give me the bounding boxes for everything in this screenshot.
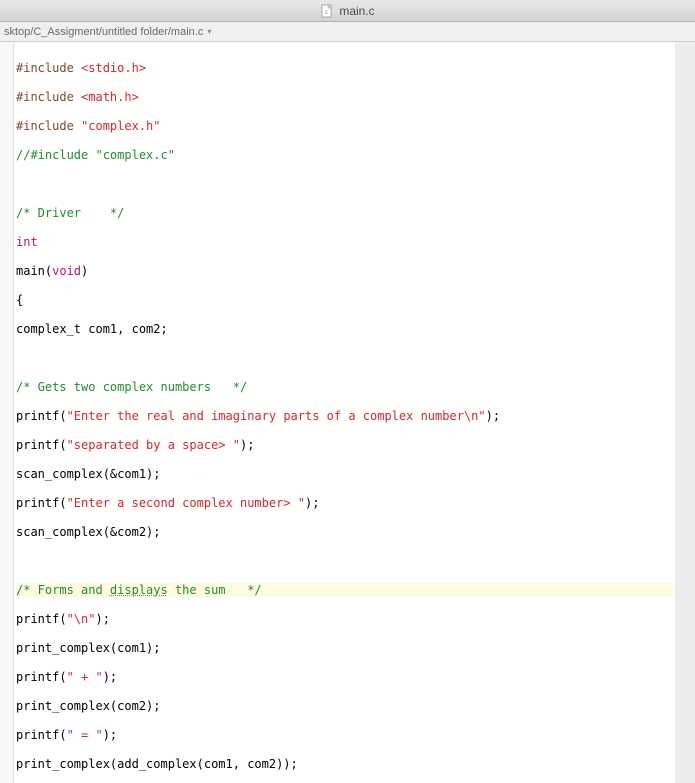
code-line[interactable]: printf("Enter a second complex number> "…: [16, 496, 673, 511]
comment: /* Forms and: [16, 583, 110, 597]
ident: );: [240, 438, 254, 452]
ident: printf(: [16, 438, 67, 452]
preprocessor: #include: [16, 61, 74, 75]
code-line[interactable]: scan_complex(&com2);: [16, 525, 673, 540]
right-margin: [675, 42, 695, 783]
ident: );: [103, 728, 117, 742]
code-line[interactable]: /* Driver */: [16, 206, 673, 221]
code-line[interactable]: {: [16, 293, 673, 308]
string: "\n": [67, 612, 96, 626]
code-line[interactable]: complex_t com1, com2;: [16, 322, 673, 337]
window-title: main.c: [339, 4, 374, 18]
ident: scan_complex(&com1);: [16, 467, 161, 481]
ident: scan_complex(&com2);: [16, 525, 161, 539]
ident: );: [305, 496, 319, 510]
ident: {: [16, 293, 23, 307]
ident: );: [103, 670, 117, 684]
preprocessor: #include: [16, 119, 74, 133]
preprocessor: #include: [16, 90, 74, 104]
string: "Enter the real and imaginary parts of a…: [67, 409, 486, 423]
svg-text:c: c: [325, 10, 328, 16]
ident: main(: [16, 264, 52, 278]
header: <math.h>: [81, 90, 139, 104]
ident: printf(: [16, 496, 67, 510]
string: "Enter a second complex number> ": [67, 496, 305, 510]
code-line[interactable]: print_complex(com1);: [16, 641, 673, 656]
code-line[interactable]: print_complex(add_complex(com1, com2));: [16, 757, 673, 772]
chevron-down-icon[interactable]: ▾: [207, 27, 211, 36]
editor-gutter: [0, 42, 14, 783]
comment: //#include "complex.c": [16, 148, 175, 162]
header: <stdio.h>: [81, 61, 146, 75]
code-line[interactable]: #include <stdio.h>: [16, 61, 673, 76]
comment: /* Gets two complex numbers */: [16, 380, 247, 394]
breadcrumb-path[interactable]: sktop/C_Assigment/untitled folder/main.c: [4, 26, 203, 38]
code-line[interactable]: printf("Enter the real and imaginary par…: [16, 409, 673, 424]
code-line[interactable]: #include <math.h>: [16, 90, 673, 105]
ident: print_complex(com1);: [16, 641, 161, 655]
code-line[interactable]: main(void): [16, 264, 673, 279]
keyword: void: [52, 264, 81, 278]
ident: printf(: [16, 409, 67, 423]
keyword: int: [16, 235, 38, 249]
code-line[interactable]: printf("separated by a space> ");: [16, 438, 673, 453]
comment: the sum */: [168, 583, 262, 597]
header: "complex.h": [81, 119, 160, 133]
code-line[interactable]: printf(" + ");: [16, 670, 673, 685]
code-line[interactable]: print_complex(com2);: [16, 699, 673, 714]
comment: displays: [110, 583, 168, 597]
code-line[interactable]: int: [16, 235, 673, 250]
code-line[interactable]: #include "complex.h": [16, 119, 673, 134]
code-line[interactable]: scan_complex(&com1);: [16, 467, 673, 482]
code-line[interactable]: [16, 177, 673, 192]
string: " = ": [67, 728, 103, 742]
code-line[interactable]: printf("\n");: [16, 612, 673, 627]
code-line[interactable]: //#include "complex.c": [16, 148, 673, 163]
ident: print_complex(com2);: [16, 699, 161, 713]
ident: print_complex(add_complex(com1, com2));: [16, 757, 298, 771]
ident: printf(: [16, 612, 67, 626]
c-file-icon: c: [320, 4, 334, 18]
comment: /* Driver */: [16, 206, 124, 220]
window-title-bar: c main.c: [0, 0, 695, 22]
ident: ): [81, 264, 88, 278]
string: "separated by a space> ": [67, 438, 240, 452]
breadcrumb-path-bar[interactable]: sktop/C_Assigment/untitled folder/main.c…: [0, 22, 695, 42]
ident: complex_t com1, com2;: [16, 322, 168, 336]
ident: );: [486, 409, 500, 423]
code-editor[interactable]: #include <stdio.h> #include <math.h> #in…: [14, 42, 675, 783]
string: " + ": [67, 670, 103, 684]
code-line[interactable]: /* Gets two complex numbers */: [16, 380, 673, 395]
ident: printf(: [16, 728, 67, 742]
code-line[interactable]: [16, 351, 673, 366]
ident: printf(: [16, 670, 67, 684]
code-line[interactable]: [16, 554, 673, 569]
ident: );: [95, 612, 109, 626]
code-line-highlighted[interactable]: /* Forms and displays the sum */: [16, 583, 673, 598]
code-line[interactable]: printf(" = ");: [16, 728, 673, 743]
editor-container: #include <stdio.h> #include <math.h> #in…: [0, 42, 695, 783]
